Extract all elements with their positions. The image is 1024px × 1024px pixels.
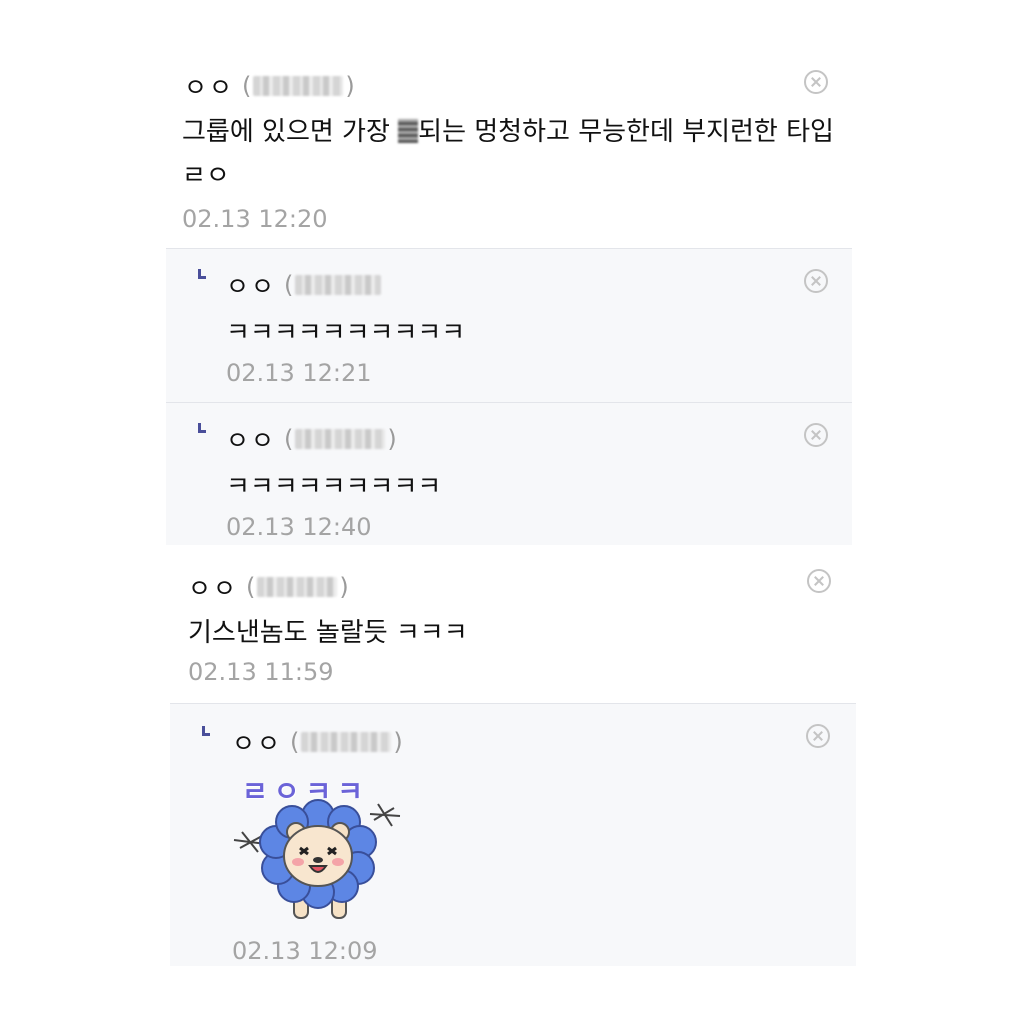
reply-text: ㅋㅋㅋㅋㅋㅋㅋㅋㅋㅋ (226, 318, 466, 348)
ip-blurred (301, 732, 392, 752)
close-icon[interactable] (804, 70, 828, 94)
comment-text: 그룹에 있으면 가장 되는 멍청하고 무능한데 부지런한 타입 ㄹㅇ (182, 110, 842, 198)
reply-corner-icon (198, 269, 206, 279)
ip-blurred (295, 429, 386, 449)
reply-author[interactable]: ㅇㅇ (226, 267, 276, 303)
ip-open-paren: ( (290, 728, 300, 756)
reply-3-header: ㅇㅇ ( ) (232, 724, 403, 760)
ip-close-paren: ) (339, 573, 349, 601)
lion-sticker-illustration (233, 799, 401, 919)
reply-2: ㅇㅇ ( ) ㅋㅋㅋㅋㅋㅋㅋㅋㅋ 02.13 12:40 (166, 402, 852, 545)
ip-blurred (253, 76, 344, 96)
reply-timestamp: 02.13 12:09 (232, 937, 378, 965)
comment-text: 기스낸놈도 놀랄듯 ㅋㅋㅋ (188, 618, 468, 648)
close-icon[interactable] (806, 724, 830, 748)
reply-corner-icon (198, 423, 206, 433)
reply-text: ㅋㅋㅋㅋㅋㅋㅋㅋㅋ (226, 472, 442, 502)
ip-open-paren: ( (284, 271, 294, 299)
comment-2-header: ㅇㅇ ( ) (188, 569, 349, 605)
reply-ip: ( ) (284, 425, 397, 453)
comment-ip: ( ) (246, 573, 349, 601)
reply-author[interactable]: ㅇㅇ (226, 421, 276, 457)
comment-author[interactable]: ㅇㅇ (188, 569, 238, 605)
comment-1: ㅇㅇ ( ) 그룹에 있으면 가장 되는 멍청하고 무능한데 부지런한 타입 ㄹ… (166, 50, 852, 248)
comment-ip: ( ) (242, 72, 355, 100)
comment-author[interactable]: ㅇㅇ (184, 68, 234, 104)
ip-open-paren: ( (284, 425, 294, 453)
censored-word-mosaic (398, 119, 419, 143)
comment-timestamp: 02.13 11:59 (188, 658, 334, 686)
reply-corner-icon (202, 726, 210, 736)
reply-author[interactable]: ㅇㅇ (232, 724, 282, 760)
comment-timestamp: 02.13 12:20 (182, 205, 328, 233)
ip-blurred (295, 275, 382, 295)
reply-1-header: ㅇㅇ ( (226, 267, 383, 303)
ip-open-paren: ( (246, 573, 256, 601)
reply-timestamp: 02.13 12:40 (226, 513, 372, 541)
close-icon[interactable] (804, 269, 828, 293)
ip-open-paren: ( (242, 72, 252, 100)
ip-blurred (257, 577, 338, 597)
comment-1-header: ㅇㅇ ( ) (184, 68, 355, 104)
close-icon[interactable] (804, 423, 828, 447)
reply-ip: ( (284, 271, 383, 299)
comment-2: ㅇㅇ ( ) 기스낸놈도 놀랄듯 ㅋㅋㅋ 02.13 11:59 (170, 545, 856, 703)
reply-3: ㅇㅇ ( ) ㄹㅇㅋㅋ 02.13 12:09 (170, 703, 856, 966)
reply-timestamp: 02.13 12:21 (226, 359, 372, 387)
reply-ip: ( ) (290, 728, 403, 756)
ip-close-paren: ) (345, 72, 355, 100)
comment-text-part-1: 그룹에 있으면 가장 (182, 117, 399, 147)
ip-close-paren: ) (393, 728, 403, 756)
reply-2-header: ㅇㅇ ( ) (226, 421, 397, 457)
close-icon[interactable] (807, 569, 831, 593)
lion-flower-sticker: ㄹㅇㅋㅋ (232, 770, 402, 930)
reply-1: ㅇㅇ ( ㅋㅋㅋㅋㅋㅋㅋㅋㅋㅋ 02.13 12:21 (166, 248, 852, 403)
ip-close-paren: ) (387, 425, 397, 453)
